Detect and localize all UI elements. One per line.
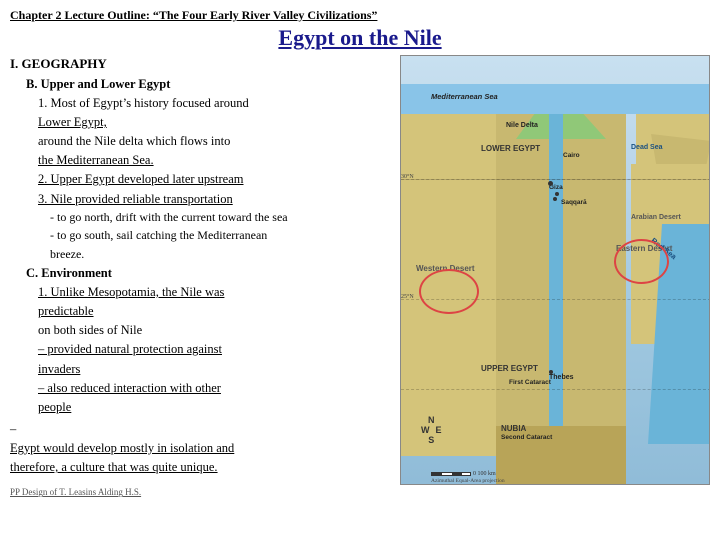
scale-bar: 0 100 km Azimuthal Equal-Area projection	[431, 471, 505, 484]
item-c1b-underline: predictable	[38, 304, 94, 318]
item-3: 3. Nile provided reliable transportation	[38, 190, 392, 208]
map-container: NATIONALGEOGRAPHIC Ancient Egypt	[400, 55, 710, 485]
thebes-label: Thebes	[549, 374, 574, 381]
item-c1-underline: 1. Unlike Mesopotamia, the Nile was	[38, 285, 224, 299]
main-title: Egypt on the Nile	[10, 25, 710, 51]
lat-line-1	[401, 179, 710, 180]
footer-credit: PP Design of T. Leasins Alding H.S.	[10, 486, 392, 499]
item3-underline: 3. Nile provided reliable transportation	[38, 192, 233, 206]
item-c4b-underline: people	[38, 400, 71, 414]
eastern-desert-circle	[614, 239, 669, 284]
item2-underline: 2. Upper Egypt developed later upstream	[38, 172, 244, 186]
projection-text: Azimuthal Equal-Area projection	[431, 478, 505, 484]
conclusion2: therefore, a culture that was quite uniq…	[10, 458, 392, 476]
lat-30-label: 30°N	[401, 174, 414, 180]
item-3-sub2: - to go south, sail catching the Mediter…	[50, 227, 392, 244]
item-c2: on both sides of Nile	[38, 321, 392, 339]
nile-delta-label: Nile Delta	[506, 122, 538, 130]
compass-s: S	[421, 436, 442, 446]
item-3-sub1: - to go north, drift with the current to…	[50, 209, 392, 226]
geo-heading: I. GEOGRAPHY	[10, 55, 392, 74]
thebes-dot	[549, 370, 553, 374]
scale-graphic	[431, 472, 471, 476]
item-1: 1. Most of Egypt’s history focused aroun…	[38, 94, 392, 112]
item-1-sub1b: around the Nile delta which flows into	[38, 132, 392, 150]
giza-dot	[548, 181, 553, 186]
med-sea-underline: the Mediterranean Sea.	[38, 153, 154, 167]
blank-dash: –	[10, 420, 392, 438]
second-cataract-label: Second Cataract	[501, 434, 552, 441]
western-desert-circle	[419, 269, 479, 314]
item-c3b-underline: invaders	[38, 362, 80, 376]
sub-b-heading: B. Upper and Lower Egypt	[26, 75, 392, 93]
item-c1: 1. Unlike Mesopotamia, the Nile was	[38, 283, 392, 301]
lower-egypt-underline: Lower Egypt,	[38, 115, 107, 129]
conclusion: Egypt would develop mostly in isolation …	[10, 439, 392, 457]
arabian-desert-label: Arabian Desert	[631, 214, 681, 222]
compass: N W E S	[421, 416, 442, 446]
lower-egypt-label: LOWER EGYPT	[481, 144, 540, 153]
first-cataract-label: First Cataract	[509, 379, 551, 386]
nubia-label: NUBIA	[501, 424, 526, 433]
cairo-label: Cairo	[563, 152, 580, 159]
sub-c-heading: C. Environment	[26, 264, 392, 282]
lat-25-label: 25°N	[401, 294, 414, 300]
scale-text: 0 100 km	[473, 471, 496, 477]
compass-e: E	[436, 426, 442, 436]
saqqara-dot	[553, 197, 557, 201]
page: Chapter 2 Lecture Outline: “The Four Ear…	[0, 0, 720, 540]
nile-river	[549, 84, 563, 464]
item-2: 2. Upper Egypt developed later upstream	[38, 170, 392, 188]
upper-egypt-label: UPPER EGYPT	[481, 364, 538, 373]
item-c4-underline: – also reduced interaction with other	[38, 381, 221, 395]
item-c3b: invaders	[38, 360, 392, 378]
right-panel: NATIONALGEOGRAPHIC Ancient Egypt	[400, 55, 710, 534]
item-c3: – provided natural protection against	[38, 340, 392, 358]
egypt-main-land	[496, 84, 626, 464]
item-1-sub1c: the Mediterranean Sea.	[38, 151, 392, 169]
left-panel: I. GEOGRAPHY B. Upper and Lower Egypt 1.…	[10, 55, 392, 534]
item-c1b: predictable	[38, 302, 392, 320]
item-3-sub3: breeze.	[50, 246, 392, 263]
chapter-title: Chapter 2 Lecture Outline: “The Four Ear…	[10, 8, 710, 23]
lat-line-3	[401, 389, 710, 390]
cairo-dot	[555, 192, 559, 196]
saqqara-label: Saqqarā	[561, 199, 587, 206]
item-1-sub1: Lower Egypt,	[38, 113, 392, 131]
mediterranean-sea-label: Mediterranean Sea	[431, 92, 498, 101]
dead-sea-label: Dead Sea	[631, 144, 663, 152]
item-c4: – also reduced interaction with other	[38, 379, 392, 397]
item-c3-underline: – provided natural protection against	[38, 342, 222, 356]
item-c4b: people	[38, 398, 392, 416]
